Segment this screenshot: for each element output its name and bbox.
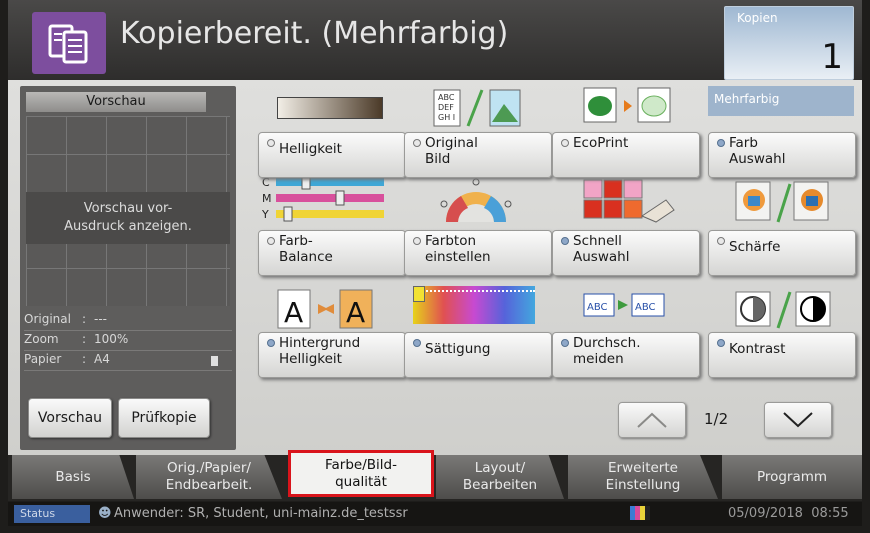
prevent-bleed-icon: ABC ABC	[582, 290, 668, 320]
tile-label: Schnell Auswahl	[573, 233, 630, 265]
hue-adjust-icon	[436, 174, 516, 226]
status-led	[561, 237, 569, 245]
svg-text:ABC: ABC	[587, 302, 608, 313]
status-led	[267, 139, 275, 147]
page-down-button[interactable]	[764, 402, 832, 438]
paper-icon	[211, 356, 218, 366]
preview-message-box: Vorschau vor- Ausdruck anzeigen.	[26, 192, 230, 244]
svg-text:ABC: ABC	[438, 93, 455, 102]
quick-select-button[interactable]: Schnell Auswahl	[552, 230, 700, 276]
info-separator: :	[82, 352, 87, 366]
user-info: Anwender: SR, Student, uni-mainz.de_test…	[114, 506, 408, 521]
info-key: Papier	[24, 352, 62, 366]
copy-icon	[32, 12, 106, 74]
tab-advanced[interactable]: Erweiterte Einstellung	[568, 455, 718, 499]
tile-label: Farbton einstellen	[425, 233, 491, 265]
contrast-button[interactable]: Kontrast	[708, 332, 856, 378]
tab-program[interactable]: Programm	[722, 455, 862, 499]
tile-label: Schärfe	[729, 239, 781, 255]
brightness-button[interactable]: Helligkeit	[258, 132, 406, 178]
user-icon: ☻	[98, 506, 112, 521]
background-density-button[interactable]: Hintergrund Helligkeit	[258, 332, 406, 378]
preview-button[interactable]: Vorschau	[28, 398, 112, 438]
info-key: Zoom	[24, 332, 59, 346]
status-led	[717, 339, 725, 347]
tab-layout[interactable]: Layout/ Bearbeiten	[436, 455, 564, 499]
color-balance-icon: C M Y	[262, 174, 386, 228]
contrast-icon	[734, 288, 834, 330]
tile-label: Original Bild	[425, 135, 478, 167]
sharpness-icon	[730, 178, 830, 226]
svg-text:Y: Y	[262, 208, 269, 221]
status-led	[561, 139, 569, 147]
prevent-bleed-button[interactable]: Durchsch. meiden	[552, 332, 700, 378]
tile-label: EcoPrint	[573, 135, 629, 151]
saturation-button[interactable]: Sättigung	[404, 332, 552, 378]
svg-text:GH I: GH I	[438, 113, 455, 122]
tile-label: Sättigung	[425, 341, 491, 357]
color-mode-label: Mehrfarbig	[714, 92, 780, 106]
status-led	[413, 237, 421, 245]
sharpness-button[interactable]: Schärfe	[708, 230, 856, 276]
saturation-icon	[412, 284, 536, 326]
tile-label: Farb- Balance	[279, 233, 333, 265]
quick-select-icon	[582, 176, 678, 226]
status-button[interactable]: Status	[14, 505, 90, 523]
copies-value: 1	[821, 37, 843, 77]
tile-label: Helligkeit	[279, 141, 342, 157]
copies-label: Kopien	[737, 11, 778, 25]
hue-adjust-button[interactable]: Farbton einstellen	[404, 230, 552, 276]
tab-color-quality[interactable]: Farbe/Bild- qualität	[288, 450, 434, 497]
status-bar: Status ☻ Anwender: SR, Student, uni-main…	[8, 502, 862, 526]
preview-title: Vorschau	[26, 92, 206, 112]
info-separator: :	[82, 312, 87, 326]
info-separator: :	[82, 332, 87, 346]
tile-label: Farb Auswahl	[729, 135, 786, 167]
status-led	[717, 237, 725, 245]
preview-panel: Vorschau Vorschau vor- Ausdruck anzeigen…	[20, 86, 236, 450]
copies-field[interactable]: Kopien 1	[724, 6, 854, 80]
svg-text:M: M	[262, 192, 272, 205]
info-value: A4	[94, 352, 110, 366]
proof-copy-button[interactable]: Prüfkopie	[118, 398, 210, 438]
status-led	[717, 139, 725, 147]
page-title: Kopierbereit. (Mehrfarbig)	[120, 16, 509, 51]
chevron-down-icon	[783, 412, 813, 428]
svg-text:ABC: ABC	[635, 302, 656, 313]
info-row-original: Original : ---	[24, 312, 232, 331]
status-led	[413, 339, 421, 347]
info-row-paper: Papier : A4	[24, 352, 232, 371]
info-key: Original	[24, 312, 71, 326]
ecoprint-icon	[582, 86, 676, 126]
info-value: 100%	[94, 332, 129, 346]
brightness-gradient-icon	[276, 96, 384, 120]
tab-basis[interactable]: Basis	[12, 455, 134, 499]
status-led	[267, 339, 275, 347]
color-select-button[interactable]: Farb Auswahl	[708, 132, 856, 178]
info-value: ---	[94, 312, 107, 326]
svg-text:A: A	[346, 296, 365, 329]
status-datetime: 05/09/2018 08:55	[728, 506, 849, 521]
info-row-zoom: Zoom : 100%	[24, 332, 232, 351]
status-led	[561, 339, 569, 347]
ecoprint-button[interactable]: EcoPrint	[552, 132, 700, 178]
svg-text:A: A	[284, 296, 303, 329]
tab-orig-paper[interactable]: Orig./Papier/ Endbearbeit.	[136, 455, 282, 499]
tile-label: Hintergrund Helligkeit	[279, 335, 361, 367]
chevron-up-icon	[637, 412, 667, 428]
status-led	[413, 139, 421, 147]
original-image-button[interactable]: Original Bild	[404, 132, 552, 178]
color-balance-button[interactable]: Farb- Balance	[258, 230, 406, 276]
color-mode-header: Mehrfarbig	[708, 86, 854, 116]
svg-text:DEF: DEF	[438, 103, 454, 112]
page-up-button[interactable]	[618, 402, 686, 438]
status-led	[267, 237, 275, 245]
preview-message: Vorschau vor- Ausdruck anzeigen.	[64, 201, 192, 234]
tile-label: Kontrast	[729, 341, 786, 357]
original-image-icon: ABC DEF GH I	[432, 86, 524, 130]
tile-label: Durchsch. meiden	[573, 335, 641, 367]
page-indicator: 1/2	[704, 410, 729, 428]
toner-level-icon	[630, 506, 650, 520]
background-density-icon: A A	[276, 288, 376, 330]
